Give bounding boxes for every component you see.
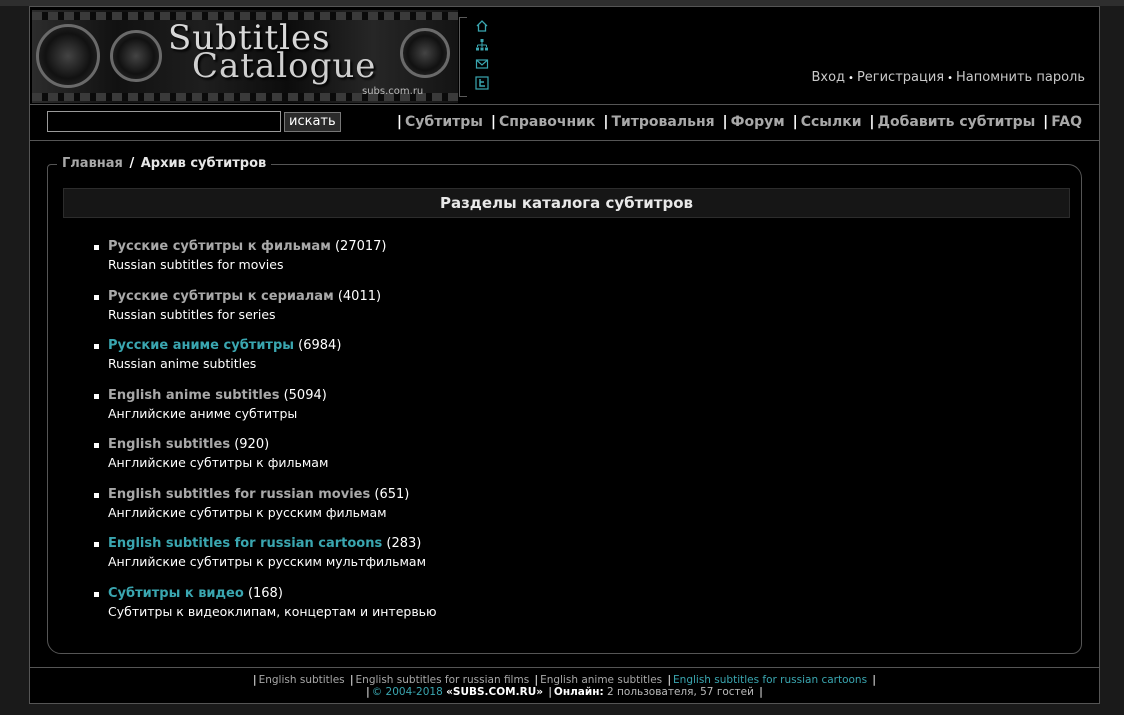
- nav-links[interactable]: Ссылки: [801, 114, 862, 130]
- category-description: Russian subtitles for movies: [108, 257, 284, 272]
- sitemap-icon[interactable]: [474, 37, 490, 53]
- nav-subtitles[interactable]: Субтитры: [405, 114, 483, 130]
- category-count: (4011): [337, 288, 382, 304]
- category-count: (5094): [283, 387, 327, 403]
- header-icon-bar: [474, 18, 494, 91]
- nav-titrovalnya[interactable]: Титровальня: [611, 114, 714, 130]
- page-container: Subtitles Catalogue subs.com.ru Вход • Рег…: [29, 6, 1100, 704]
- bullet: [94, 542, 99, 547]
- bullet: [94, 344, 99, 349]
- category-description: Субтитры к видеоклипам, концертам и инте…: [108, 603, 437, 619]
- category-item: Русские аниме субтитры (6984) Russian ani…: [94, 338, 794, 388]
- icon-bracket: [459, 17, 467, 97]
- main-nav: | Субтитры | Справочник | Титровальня | Фору…: [396, 114, 1082, 130]
- category-count: (651): [374, 486, 410, 502]
- mail-icon[interactable]: [474, 56, 490, 72]
- footer-links-row: | English subtitles | English subtitles fo…: [253, 674, 876, 686]
- logo-title-line2: Catalogue: [192, 46, 377, 86]
- auth-links: Вход • Регистрация • Напомнить пароль: [811, 70, 1085, 85]
- footer-online-value: 2 пользователя, 57 гостей: [607, 686, 754, 698]
- category-description: Английские субтитры к русским мультфильм…: [108, 554, 427, 569]
- footer-site-link[interactable]: «SUBS.COM.RU»: [446, 686, 543, 698]
- category-item: English subtitles for russian cartoons (…: [94, 536, 794, 586]
- nav-reference[interactable]: Справочник: [499, 114, 596, 130]
- film-reel-image: [110, 30, 162, 82]
- category-item: English anime subtitles (5094) Английские…: [94, 388, 794, 438]
- category-count: (920): [234, 437, 270, 452]
- category-description: Английские субтитры к русским фильмам: [108, 504, 387, 520]
- category-item: English subtitles for russian movies (65…: [94, 487, 794, 537]
- logo-domain: subs.com.ru: [362, 86, 424, 97]
- category-link[interactable]: Русские субтитры к фильмам: [108, 239, 331, 254]
- film-reel-image: [36, 24, 100, 88]
- category-count: (283): [386, 536, 422, 551]
- bullet: [94, 245, 99, 250]
- category-count: (27017): [334, 239, 387, 254]
- home-icon[interactable]: [474, 18, 490, 34]
- nav-forum[interactable]: Форум: [731, 114, 785, 130]
- auth-separator: •: [947, 73, 954, 84]
- bullet: [94, 443, 99, 448]
- site-header: Subtitles Catalogue subs.com.ru Вход • Рег…: [30, 7, 1099, 105]
- category-link[interactable]: English subtitles: [108, 437, 230, 452]
- category-description: Английские субтитры к фильмам: [108, 455, 329, 470]
- nav-faq[interactable]: FAQ: [1051, 114, 1082, 130]
- bullet: [94, 492, 99, 498]
- footer-link-english-subtitles[interactable]: English subtitles: [259, 674, 345, 686]
- category-description: Russian subtitles for series: [108, 306, 276, 322]
- nav-add-subtitles[interactable]: Добавить субтитры: [878, 114, 1036, 130]
- search-button[interactable]: искать: [284, 112, 341, 132]
- category-link[interactable]: Субтитры к видео: [108, 586, 244, 601]
- breadcrumb-home[interactable]: Главная: [62, 156, 123, 171]
- breadcrumb-current: Архив субтитров: [140, 156, 267, 171]
- footer-link-english-russian-cartoons[interactable]: English subtitles for russian cartoons: [673, 674, 867, 686]
- category-link[interactable]: English anime subtitles: [108, 388, 279, 403]
- category-item: Субтитры к видео (168) Субтитры к видеокл…: [94, 586, 794, 636]
- search-input[interactable]: [47, 111, 281, 132]
- category-list: Русские субтитры к фильмам (27017) Russia…: [94, 239, 794, 635]
- category-item: Русские субтитры к фильмам (27017) Russia…: [94, 239, 794, 289]
- site-footer: | English subtitles | English subtitles fo…: [30, 667, 1099, 703]
- twitter-icon[interactable]: [474, 75, 490, 91]
- breadcrumb-separator: /: [129, 156, 135, 171]
- category-link[interactable]: English subtitles for russian cartoons: [108, 536, 382, 551]
- category-link[interactable]: Русские субтитры к сериалам: [108, 289, 334, 304]
- footer-online-label: Онлайн:: [553, 686, 604, 698]
- film-reel-image: [400, 28, 450, 78]
- bullet: [94, 393, 99, 399]
- auth-separator: •: [848, 73, 854, 84]
- footer-copyright: © 2004-2018: [371, 686, 443, 698]
- category-count: (168): [247, 585, 283, 601]
- category-description: Английские аниме субтитры: [108, 405, 298, 421]
- category-count: (6984): [298, 338, 342, 353]
- breadcrumb: Главная / Архив субтитров: [57, 156, 272, 171]
- catalog-section: Главная / Архив субтитров Разделы катало…: [47, 156, 1082, 654]
- search-nav-bar: искать | Субтитры | Справочник | Титровальн…: [30, 106, 1099, 141]
- footer-link-english-anime[interactable]: English anime subtitles: [540, 674, 662, 686]
- category-link[interactable]: English subtitles for russian movies: [108, 487, 370, 502]
- category-item: English subtitles (920) Английские субтит…: [94, 437, 794, 487]
- category-link[interactable]: Русские аниме субтитры: [108, 338, 294, 353]
- remind-password-link[interactable]: Напомнить пароль: [956, 70, 1085, 85]
- site-logo[interactable]: Subtitles Catalogue subs.com.ru: [32, 10, 458, 103]
- bullet: [94, 591, 99, 597]
- footer-link-english-russian-films[interactable]: English subtitles for russian films: [356, 674, 530, 686]
- footer-info-row: | © 2004-2018 «SUBS.COM.RU» | Онлайн: 2 по…: [366, 686, 763, 698]
- login-link[interactable]: Вход: [811, 70, 845, 85]
- section-title: Разделы каталога субтитров: [63, 188, 1070, 218]
- bullet: [94, 294, 99, 300]
- register-link[interactable]: Регистрация: [857, 70, 944, 85]
- category-description: Russian anime subtitles: [108, 356, 257, 371]
- category-item: Русские субтитры к сериалам (4011) Russia…: [94, 289, 794, 339]
